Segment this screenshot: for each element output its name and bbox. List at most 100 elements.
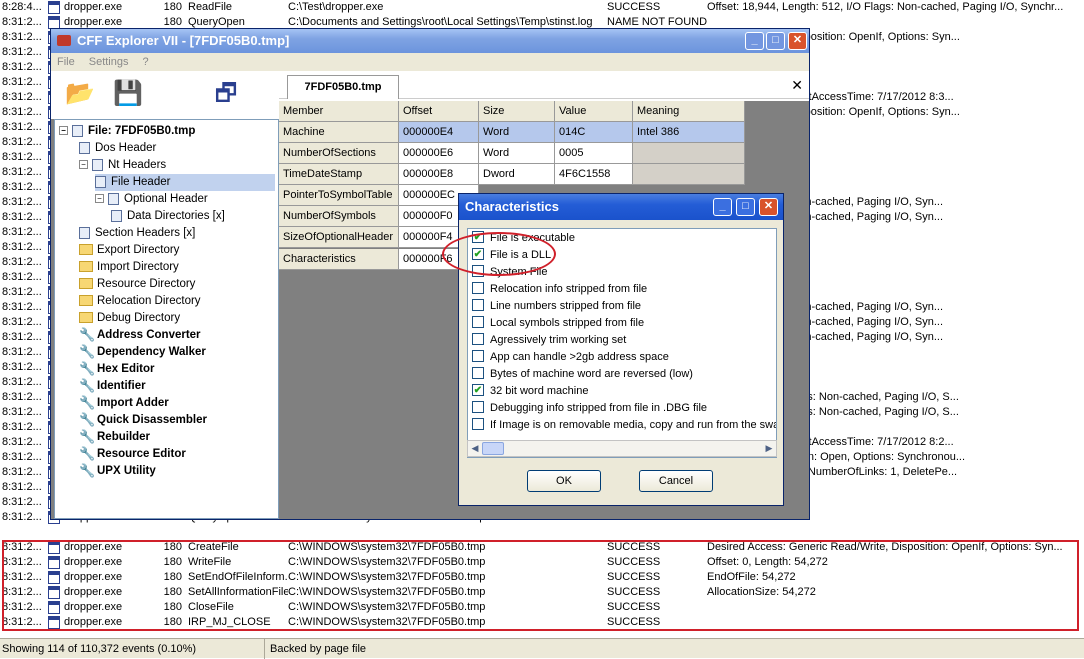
- characteristic-item[interactable]: If Image is on removable media, copy and…: [472, 417, 776, 434]
- tree-node[interactable]: 🔧 UPX Utility: [79, 463, 156, 480]
- event-time: 8:31:2...: [2, 16, 42, 28]
- characteristic-item[interactable]: Line numbers stripped from file: [472, 298, 641, 315]
- tree-node[interactable]: − Optional Header: [95, 191, 208, 208]
- checkbox[interactable]: [472, 418, 484, 431]
- grid-cell[interactable]: Word: [479, 122, 555, 143]
- characteristic-item[interactable]: App can handle >2gb address space: [472, 349, 669, 366]
- characteristic-item[interactable]: Relocation info stripped from file: [472, 281, 647, 298]
- dialog-minimize-button[interactable]: _: [713, 198, 732, 216]
- grid-cell[interactable]: Characteristics: [279, 249, 399, 270]
- grid-cell[interactable]: NumberOfSymbols: [279, 206, 399, 227]
- grid-cell[interactable]: 000000E8: [399, 164, 479, 185]
- status-event-count: Showing 114 of 110,372 events (0.10%): [0, 639, 265, 659]
- collapse-icon[interactable]: −: [79, 160, 88, 170]
- tree-node[interactable]: − Nt Headers: [79, 157, 166, 174]
- tree-node[interactable]: Data Directories [x]: [111, 208, 225, 225]
- grid-header[interactable]: Size: [479, 101, 555, 122]
- menu-help[interactable]: ?: [142, 56, 148, 68]
- ok-button[interactable]: OK: [527, 470, 601, 492]
- tree-node[interactable]: Resource Directory: [79, 276, 195, 293]
- tree-node[interactable]: Dos Header: [79, 140, 156, 157]
- cancel-button[interactable]: Cancel: [639, 470, 713, 492]
- event-time: 8:31:2...: [2, 136, 42, 148]
- grid-cell[interactable]: 4F6C1558: [555, 164, 633, 185]
- grid-header[interactable]: Value: [555, 101, 633, 122]
- checkbox[interactable]: ✔: [472, 384, 484, 397]
- grid-cell[interactable]: [633, 143, 745, 164]
- checkbox-label: Debugging info stripped from file in .DB…: [490, 402, 708, 414]
- dialog-maximize-button[interactable]: □: [736, 198, 755, 216]
- tree-node-label: Resource Directory: [97, 278, 196, 290]
- scroll-thumb[interactable]: [482, 442, 504, 455]
- characteristic-item[interactable]: Debugging info stripped from file in .DB…: [472, 400, 707, 417]
- checkbox[interactable]: [472, 333, 484, 346]
- tree-node[interactable]: 🔧 Import Adder: [79, 395, 169, 412]
- checkbox[interactable]: [472, 282, 484, 295]
- grid-header[interactable]: Meaning: [633, 101, 745, 122]
- checkbox[interactable]: [472, 316, 484, 329]
- grid-cell[interactable]: Dword: [479, 164, 555, 185]
- maximize-button[interactable]: □: [766, 32, 785, 50]
- scroll-right-icon[interactable]: ▶: [762, 442, 776, 455]
- grid-cell[interactable]: TimeDateStamp: [279, 164, 399, 185]
- cff-title-bar[interactable]: CFF Explorer VII - [7FDF05B0.tmp] _ □ ✕: [51, 29, 809, 53]
- grid-cell[interactable]: Word: [479, 143, 555, 164]
- close-button[interactable]: ✕: [788, 32, 807, 50]
- tree-node[interactable]: 🔧 Hex Editor: [79, 361, 155, 378]
- document-icon: [79, 141, 90, 154]
- grid-cell[interactable]: 000000E6: [399, 143, 479, 164]
- grid-cell[interactable]: [633, 164, 745, 185]
- open-folder-icon[interactable]: 📂: [65, 79, 95, 109]
- tree-node[interactable]: Section Headers [x]: [79, 225, 195, 242]
- windows-icon[interactable]: 🗗: [211, 79, 241, 109]
- tree-node-label: Import Directory: [97, 261, 179, 273]
- minimize-button[interactable]: _: [745, 32, 764, 50]
- collapse-icon[interactable]: −: [59, 126, 68, 136]
- grid-cell[interactable]: 0005: [555, 143, 633, 164]
- grid-cell[interactable]: NumberOfSections: [279, 143, 399, 164]
- tree-node[interactable]: Debug Directory: [79, 310, 180, 327]
- checkbox[interactable]: [472, 401, 484, 414]
- checkbox[interactable]: [472, 350, 484, 363]
- tree-node[interactable]: Relocation Directory: [79, 293, 201, 310]
- dialog-close-button[interactable]: ✕: [759, 198, 778, 216]
- grid-cell[interactable]: Machine: [279, 122, 399, 143]
- tree-node[interactable]: 🔧 Quick Disassembler: [79, 412, 207, 429]
- grid-cell[interactable]: 014C: [555, 122, 633, 143]
- characteristic-item[interactable]: Bytes of machine word are reversed (low): [472, 366, 693, 383]
- tree-node[interactable]: 🔧 Resource Editor: [79, 446, 186, 463]
- characteristic-item[interactable]: ✔ 32 bit word machine: [472, 383, 588, 400]
- event-row[interactable]: 8:28:4... dropper.exe 180 ReadFile C:\Test\d…: [0, 0, 1084, 15]
- close-tab-icon[interactable]: ✕: [791, 77, 803, 94]
- horizontal-scrollbar[interactable]: ◀ ▶: [467, 440, 777, 457]
- characteristic-item[interactable]: Local symbols stripped from file: [472, 315, 644, 332]
- tree-node[interactable]: − File: 7FDF05B0.tmp: [59, 123, 195, 140]
- event-time: 8:31:2...: [2, 391, 42, 403]
- checkbox[interactable]: [472, 367, 484, 380]
- checkbox[interactable]: [472, 299, 484, 312]
- tab-file[interactable]: 7FDF05B0.tmp: [287, 75, 399, 99]
- tree-node[interactable]: 🔧 Identifier: [79, 378, 146, 395]
- menu-file[interactable]: File: [57, 56, 75, 68]
- grid-cell[interactable]: Intel 386: [633, 122, 745, 143]
- tree-node[interactable]: 🔧 Rebuilder: [79, 429, 150, 446]
- tree-node[interactable]: Import Directory: [79, 259, 179, 276]
- menu-settings[interactable]: Settings: [89, 56, 129, 68]
- tree-node[interactable]: File Header: [95, 174, 275, 191]
- tool-icon: 🔧: [79, 445, 96, 461]
- tree-node-label: Section Headers [x]: [95, 227, 196, 239]
- dialog-title-bar[interactable]: Characteristics _ □ ✕: [459, 194, 783, 220]
- grid-cell[interactable]: 000000E4: [399, 122, 479, 143]
- scroll-left-icon[interactable]: ◀: [468, 442, 482, 455]
- grid-cell[interactable]: SizeOfOptionalHeader: [279, 227, 399, 248]
- save-icon[interactable]: 💾: [113, 79, 143, 109]
- tree-node[interactable]: 🔧 Address Converter: [79, 327, 201, 344]
- grid-header[interactable]: Member: [279, 101, 399, 122]
- characteristic-item[interactable]: Agressively trim working set: [472, 332, 626, 349]
- tree-node[interactable]: Export Directory: [79, 242, 179, 259]
- grid-header[interactable]: Offset: [399, 101, 479, 122]
- grid-cell[interactable]: PointerToSymbolTable: [279, 185, 399, 206]
- tree-node[interactable]: 🔧 Dependency Walker: [79, 344, 206, 361]
- event-time: 8:28:4...: [2, 1, 42, 13]
- collapse-icon[interactable]: −: [95, 194, 104, 204]
